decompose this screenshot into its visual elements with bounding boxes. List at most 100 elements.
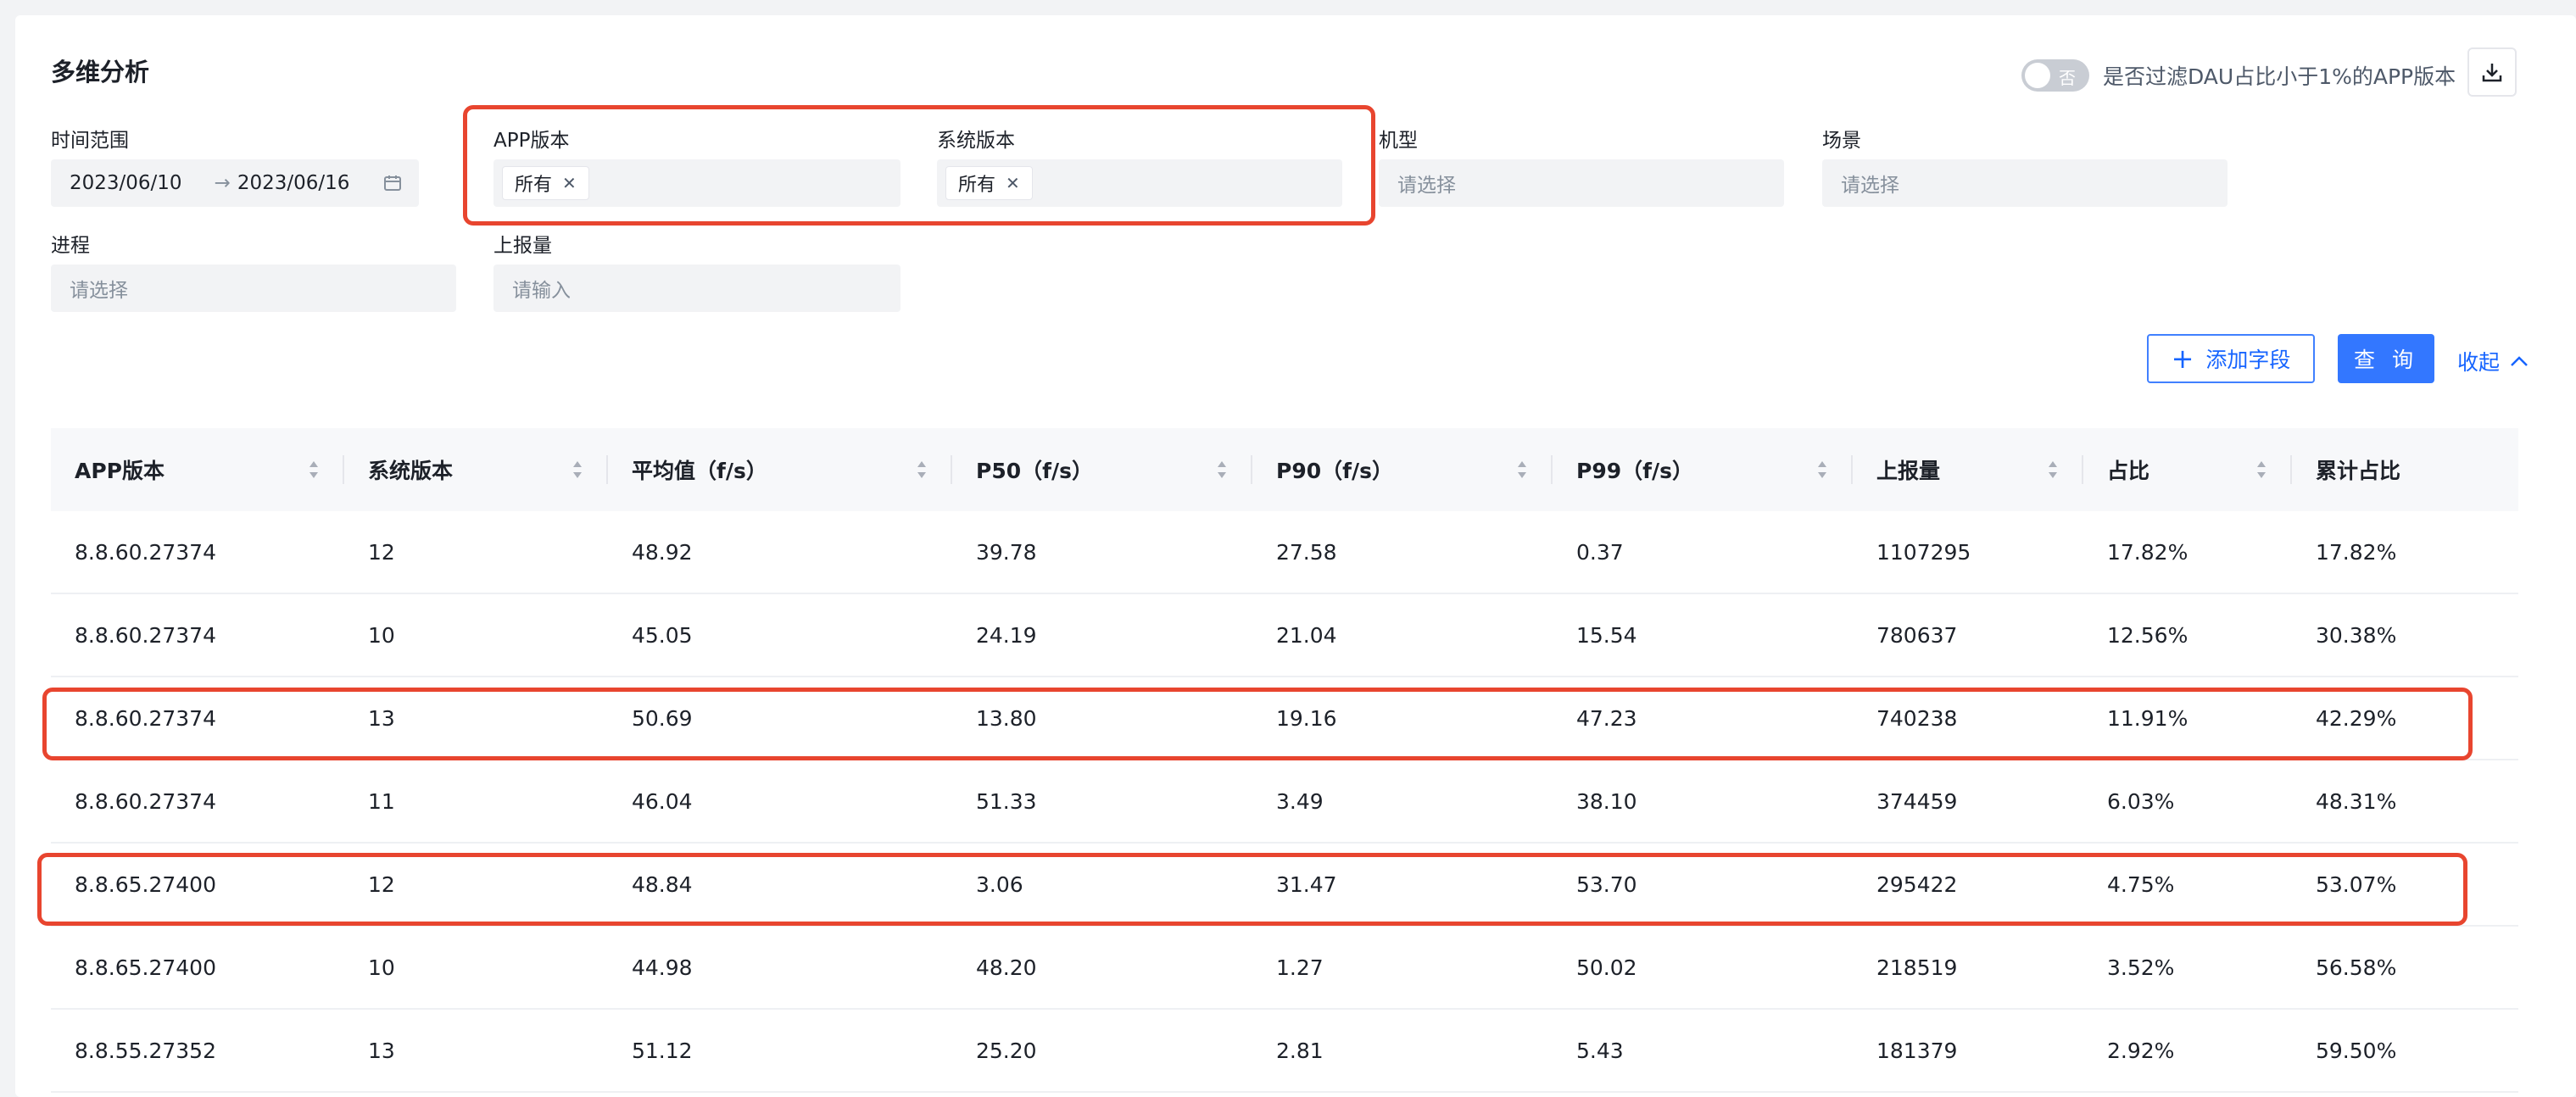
column-header-p50[interactable]: P50（f/s） bbox=[952, 428, 1252, 511]
cell-os-version: 12 bbox=[368, 871, 395, 897]
table-header: APP版本 系统版本 平均值（f/s） P50（f/s） P90（f/s） P9… bbox=[51, 428, 2518, 511]
column-header-average[interactable]: 平均值（f/s） bbox=[608, 428, 952, 511]
cell-app-version: 8.8.60.27374 bbox=[75, 788, 216, 814]
sort-icon[interactable] bbox=[917, 459, 927, 481]
cell-report-count: 295422 bbox=[1876, 871, 1958, 897]
process-label: 进程 bbox=[51, 235, 90, 257]
cell-report-count: 374459 bbox=[1876, 788, 1958, 814]
process-placeholder: 请选择 bbox=[70, 280, 128, 302]
cell-cumulative-ratio: 53.07% bbox=[2316, 871, 2397, 897]
cell-ratio: 3.52% bbox=[2107, 955, 2175, 980]
cell-p50: 13.80 bbox=[976, 705, 1037, 731]
cell-average: 45.05 bbox=[632, 622, 693, 648]
cell-report-count: 181379 bbox=[1876, 1038, 1958, 1063]
dau-filter-toggle[interactable]: 否 bbox=[2021, 59, 2089, 92]
cell-ratio: 11.91% bbox=[2107, 705, 2188, 731]
cell-cumulative-ratio: 42.29% bbox=[2316, 705, 2397, 731]
scene-placeholder: 请选择 bbox=[1841, 175, 1899, 197]
table-row[interactable]: 8.8.60.27374 13 50.69 13.80 19.16 47.23 740238… bbox=[51, 677, 2518, 760]
cell-p90: 2.81 bbox=[1276, 1038, 1324, 1063]
cell-report-count: 740238 bbox=[1876, 705, 1958, 731]
column-header-cumulative-ratio: 累计占比 bbox=[2316, 459, 2401, 483]
os-version-select[interactable]: 所有 ✕ bbox=[937, 159, 1342, 207]
cell-cumulative-ratio: 56.58% bbox=[2316, 955, 2397, 980]
page-title: 多维分析 bbox=[51, 58, 150, 86]
table-row[interactable]: 8.8.65.27400 12 48.84 3.06 31.47 53.70 295422 4… bbox=[51, 844, 2518, 927]
cell-os-version: 13 bbox=[368, 705, 395, 731]
table-row[interactable]: 8.8.65.27400 10 44.98 48.20 1.27 50.02 218519 3… bbox=[51, 927, 2518, 1010]
dau-filter-toggle-group: 否 是否过滤DAU占比小于1%的APP版本 bbox=[2021, 59, 2456, 92]
close-icon[interactable]: ✕ bbox=[562, 173, 577, 193]
calendar-icon bbox=[384, 175, 402, 191]
date-end[interactable]: 2023/06/16 bbox=[237, 172, 350, 194]
table-row[interactable]: 8.8.60.27374 12 48.92 39.78 27.58 0.37 1107295… bbox=[51, 511, 2518, 594]
chevron-up-icon bbox=[2511, 356, 2528, 366]
sort-icon[interactable] bbox=[1817, 459, 1827, 481]
cell-average: 48.92 bbox=[632, 539, 693, 565]
sort-icon[interactable] bbox=[572, 459, 583, 481]
table-row[interactable]: 8.8.60.27374 10 45.05 24.19 21.04 15.54 780637… bbox=[51, 594, 2518, 677]
cell-ratio: 6.03% bbox=[2107, 788, 2175, 814]
results-table: APP版本 系统版本 平均值（f/s） P50（f/s） P90（f/s） P9… bbox=[51, 428, 2518, 1093]
app-version-tag-label: 所有 bbox=[515, 175, 553, 196]
time-range-label: 时间范围 bbox=[51, 130, 129, 152]
column-header-ratio[interactable]: 占比 bbox=[2083, 428, 2292, 511]
cell-cumulative-ratio: 30.38% bbox=[2316, 622, 2397, 648]
table-body: 8.8.60.27374 12 48.92 39.78 27.58 0.37 1107295… bbox=[51, 511, 2518, 1093]
column-header-p99[interactable]: P99（f/s） bbox=[1553, 428, 1853, 511]
cell-p99: 47.23 bbox=[1576, 705, 1637, 731]
report-count-label: 上报量 bbox=[493, 235, 552, 257]
plus-icon: + bbox=[2171, 342, 2194, 375]
download-button[interactable] bbox=[2467, 47, 2517, 97]
analysis-card: 多维分析 否 是否过滤DAU占比小于1%的APP版本 时间范围 2023/06/… bbox=[15, 15, 2576, 1097]
report-count-placeholder: 请输入 bbox=[512, 280, 571, 302]
sort-icon[interactable] bbox=[2256, 459, 2267, 481]
app-version-label: APP版本 bbox=[493, 130, 570, 152]
table-row[interactable]: 8.8.55.27352 13 51.12 25.20 2.81 5.43 181379 2.… bbox=[51, 1010, 2518, 1093]
cell-ratio: 2.92% bbox=[2107, 1038, 2175, 1063]
add-field-button[interactable]: + 添加字段 bbox=[2147, 334, 2315, 383]
cell-p90: 31.47 bbox=[1276, 871, 1337, 897]
cell-p50: 51.33 bbox=[976, 788, 1037, 814]
model-select[interactable]: 请选择 bbox=[1379, 159, 1784, 207]
time-range-picker[interactable]: 2023/06/10 → 2023/06/16 bbox=[51, 159, 419, 207]
date-start[interactable]: 2023/06/10 bbox=[70, 172, 182, 194]
cell-p50: 24.19 bbox=[976, 622, 1037, 648]
cell-cumulative-ratio: 59.50% bbox=[2316, 1038, 2397, 1063]
cell-app-version: 8.8.65.27400 bbox=[75, 871, 216, 897]
cell-os-version: 10 bbox=[368, 622, 395, 648]
cell-cumulative-ratio: 17.82% bbox=[2316, 539, 2397, 565]
cell-p90: 27.58 bbox=[1276, 539, 1337, 565]
cell-p90: 3.49 bbox=[1276, 788, 1324, 814]
sort-icon[interactable] bbox=[1217, 459, 1227, 481]
sort-icon[interactable] bbox=[309, 459, 319, 481]
cell-os-version: 10 bbox=[368, 955, 395, 980]
os-version-label: 系统版本 bbox=[937, 130, 1015, 152]
cell-average: 48.84 bbox=[632, 871, 693, 897]
process-select[interactable]: 请选择 bbox=[51, 265, 456, 312]
column-header-os-version[interactable]: 系统版本 bbox=[344, 428, 608, 511]
cell-p50: 3.06 bbox=[976, 871, 1023, 897]
sort-icon[interactable] bbox=[1517, 459, 1527, 481]
cell-p50: 48.20 bbox=[976, 955, 1037, 980]
cell-p99: 0.37 bbox=[1576, 539, 1624, 565]
app-version-select[interactable]: 所有 ✕ bbox=[493, 159, 900, 207]
table-row[interactable]: 8.8.60.27374 11 46.04 51.33 3.49 38.10 374459 6… bbox=[51, 760, 2518, 844]
toggle-state-text: 否 bbox=[2059, 68, 2076, 88]
scene-select[interactable]: 请选择 bbox=[1822, 159, 2228, 207]
column-header-p90[interactable]: P90（f/s） bbox=[1252, 428, 1553, 511]
cell-app-version: 8.8.55.27352 bbox=[75, 1038, 216, 1063]
cell-app-version: 8.8.60.27374 bbox=[75, 622, 216, 648]
date-range-arrow-icon: → bbox=[214, 172, 231, 194]
column-header-app-version[interactable]: APP版本 bbox=[51, 428, 344, 511]
cell-p50: 39.78 bbox=[976, 539, 1037, 565]
cell-p99: 50.02 bbox=[1576, 955, 1637, 980]
sort-icon[interactable] bbox=[2048, 459, 2058, 481]
query-button[interactable]: 查 询 bbox=[2338, 334, 2434, 383]
report-count-input[interactable]: 请输入 bbox=[493, 265, 900, 312]
column-header-report-count[interactable]: 上报量 bbox=[1853, 428, 2083, 511]
collapse-link[interactable]: 收起 bbox=[2457, 346, 2529, 376]
cell-average: 44.98 bbox=[632, 955, 693, 980]
close-icon[interactable]: ✕ bbox=[1006, 173, 1020, 193]
cell-p90: 1.27 bbox=[1276, 955, 1324, 980]
